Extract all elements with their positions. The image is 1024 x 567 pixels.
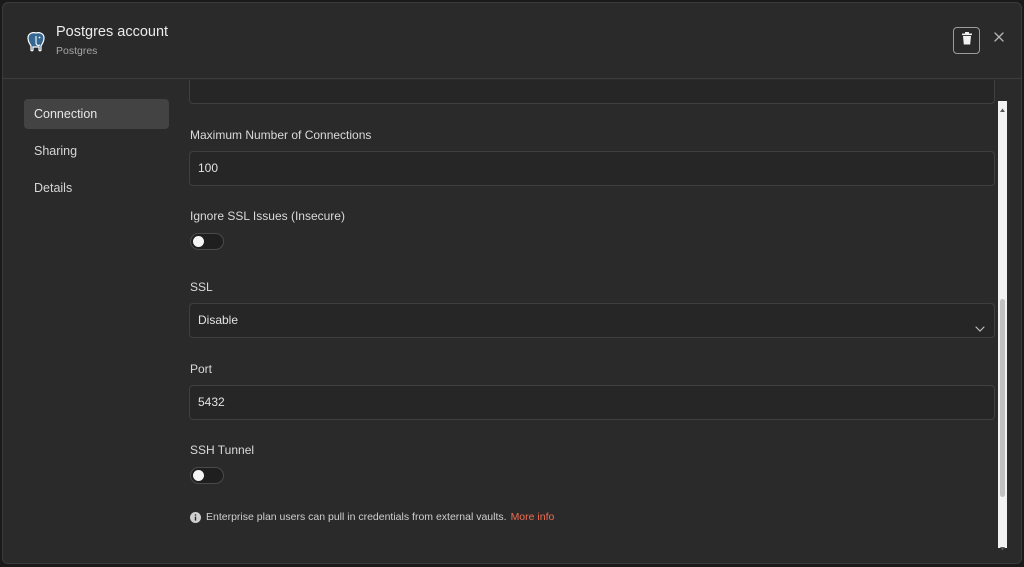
- enterprise-info-note: Enterprise plan users can pull in creden…: [190, 511, 554, 523]
- close-icon: [994, 29, 1004, 47]
- delete-button[interactable]: [953, 27, 980, 54]
- ignore-ssl-toggle[interactable]: [190, 233, 224, 250]
- more-info-link[interactable]: More info: [511, 511, 555, 523]
- trash-icon: [961, 31, 973, 50]
- scrollbar[interactable]: [998, 101, 1007, 551]
- info-text: Enterprise plan users can pull in creden…: [206, 511, 507, 523]
- sidebar-item-details[interactable]: Details: [24, 173, 169, 203]
- toggle-knob: [193, 470, 204, 481]
- modal-header: Postgres account Postgres: [3, 3, 1021, 79]
- scroll-down-arrow-icon[interactable]: [998, 540, 1007, 551]
- ssl-select-value: Disable: [198, 313, 239, 327]
- max-connections-input[interactable]: 100: [189, 151, 995, 186]
- chevron-down-icon: [974, 315, 986, 332]
- ssh-tunnel-label: SSH Tunnel: [190, 443, 255, 457]
- sidebar-item-sharing[interactable]: Sharing: [24, 136, 169, 166]
- sidebar-item-connection[interactable]: Connection: [24, 99, 169, 129]
- ssl-label: SSL: [190, 280, 213, 294]
- scrollbar-thumb[interactable]: [1000, 299, 1005, 497]
- settings-sidebar: Connection Sharing Details: [24, 99, 169, 210]
- ssl-select[interactable]: Disable: [189, 303, 995, 338]
- toggle-knob: [193, 236, 204, 247]
- scroll-up-arrow-icon[interactable]: [998, 101, 1007, 112]
- close-button[interactable]: [991, 30, 1007, 46]
- modal-subtitle: Postgres: [56, 45, 98, 57]
- modal-title: Postgres account: [56, 24, 169, 40]
- max-connections-label: Maximum Number of Connections: [190, 128, 372, 142]
- ssh-tunnel-toggle[interactable]: [190, 467, 224, 484]
- postgres-elephant-icon: [24, 30, 48, 54]
- ignore-ssl-label: Ignore SSL Issues (Insecure): [190, 209, 345, 223]
- connection-form: Maximum Number of Connections 100 Ignore…: [189, 80, 997, 563]
- credential-modal: Postgres account Postgres Connection Sha…: [2, 2, 1022, 564]
- port-label: Port: [190, 362, 213, 376]
- port-input[interactable]: 5432: [189, 385, 995, 420]
- info-icon: [190, 511, 201, 523]
- previous-field-input[interactable]: [189, 80, 995, 104]
